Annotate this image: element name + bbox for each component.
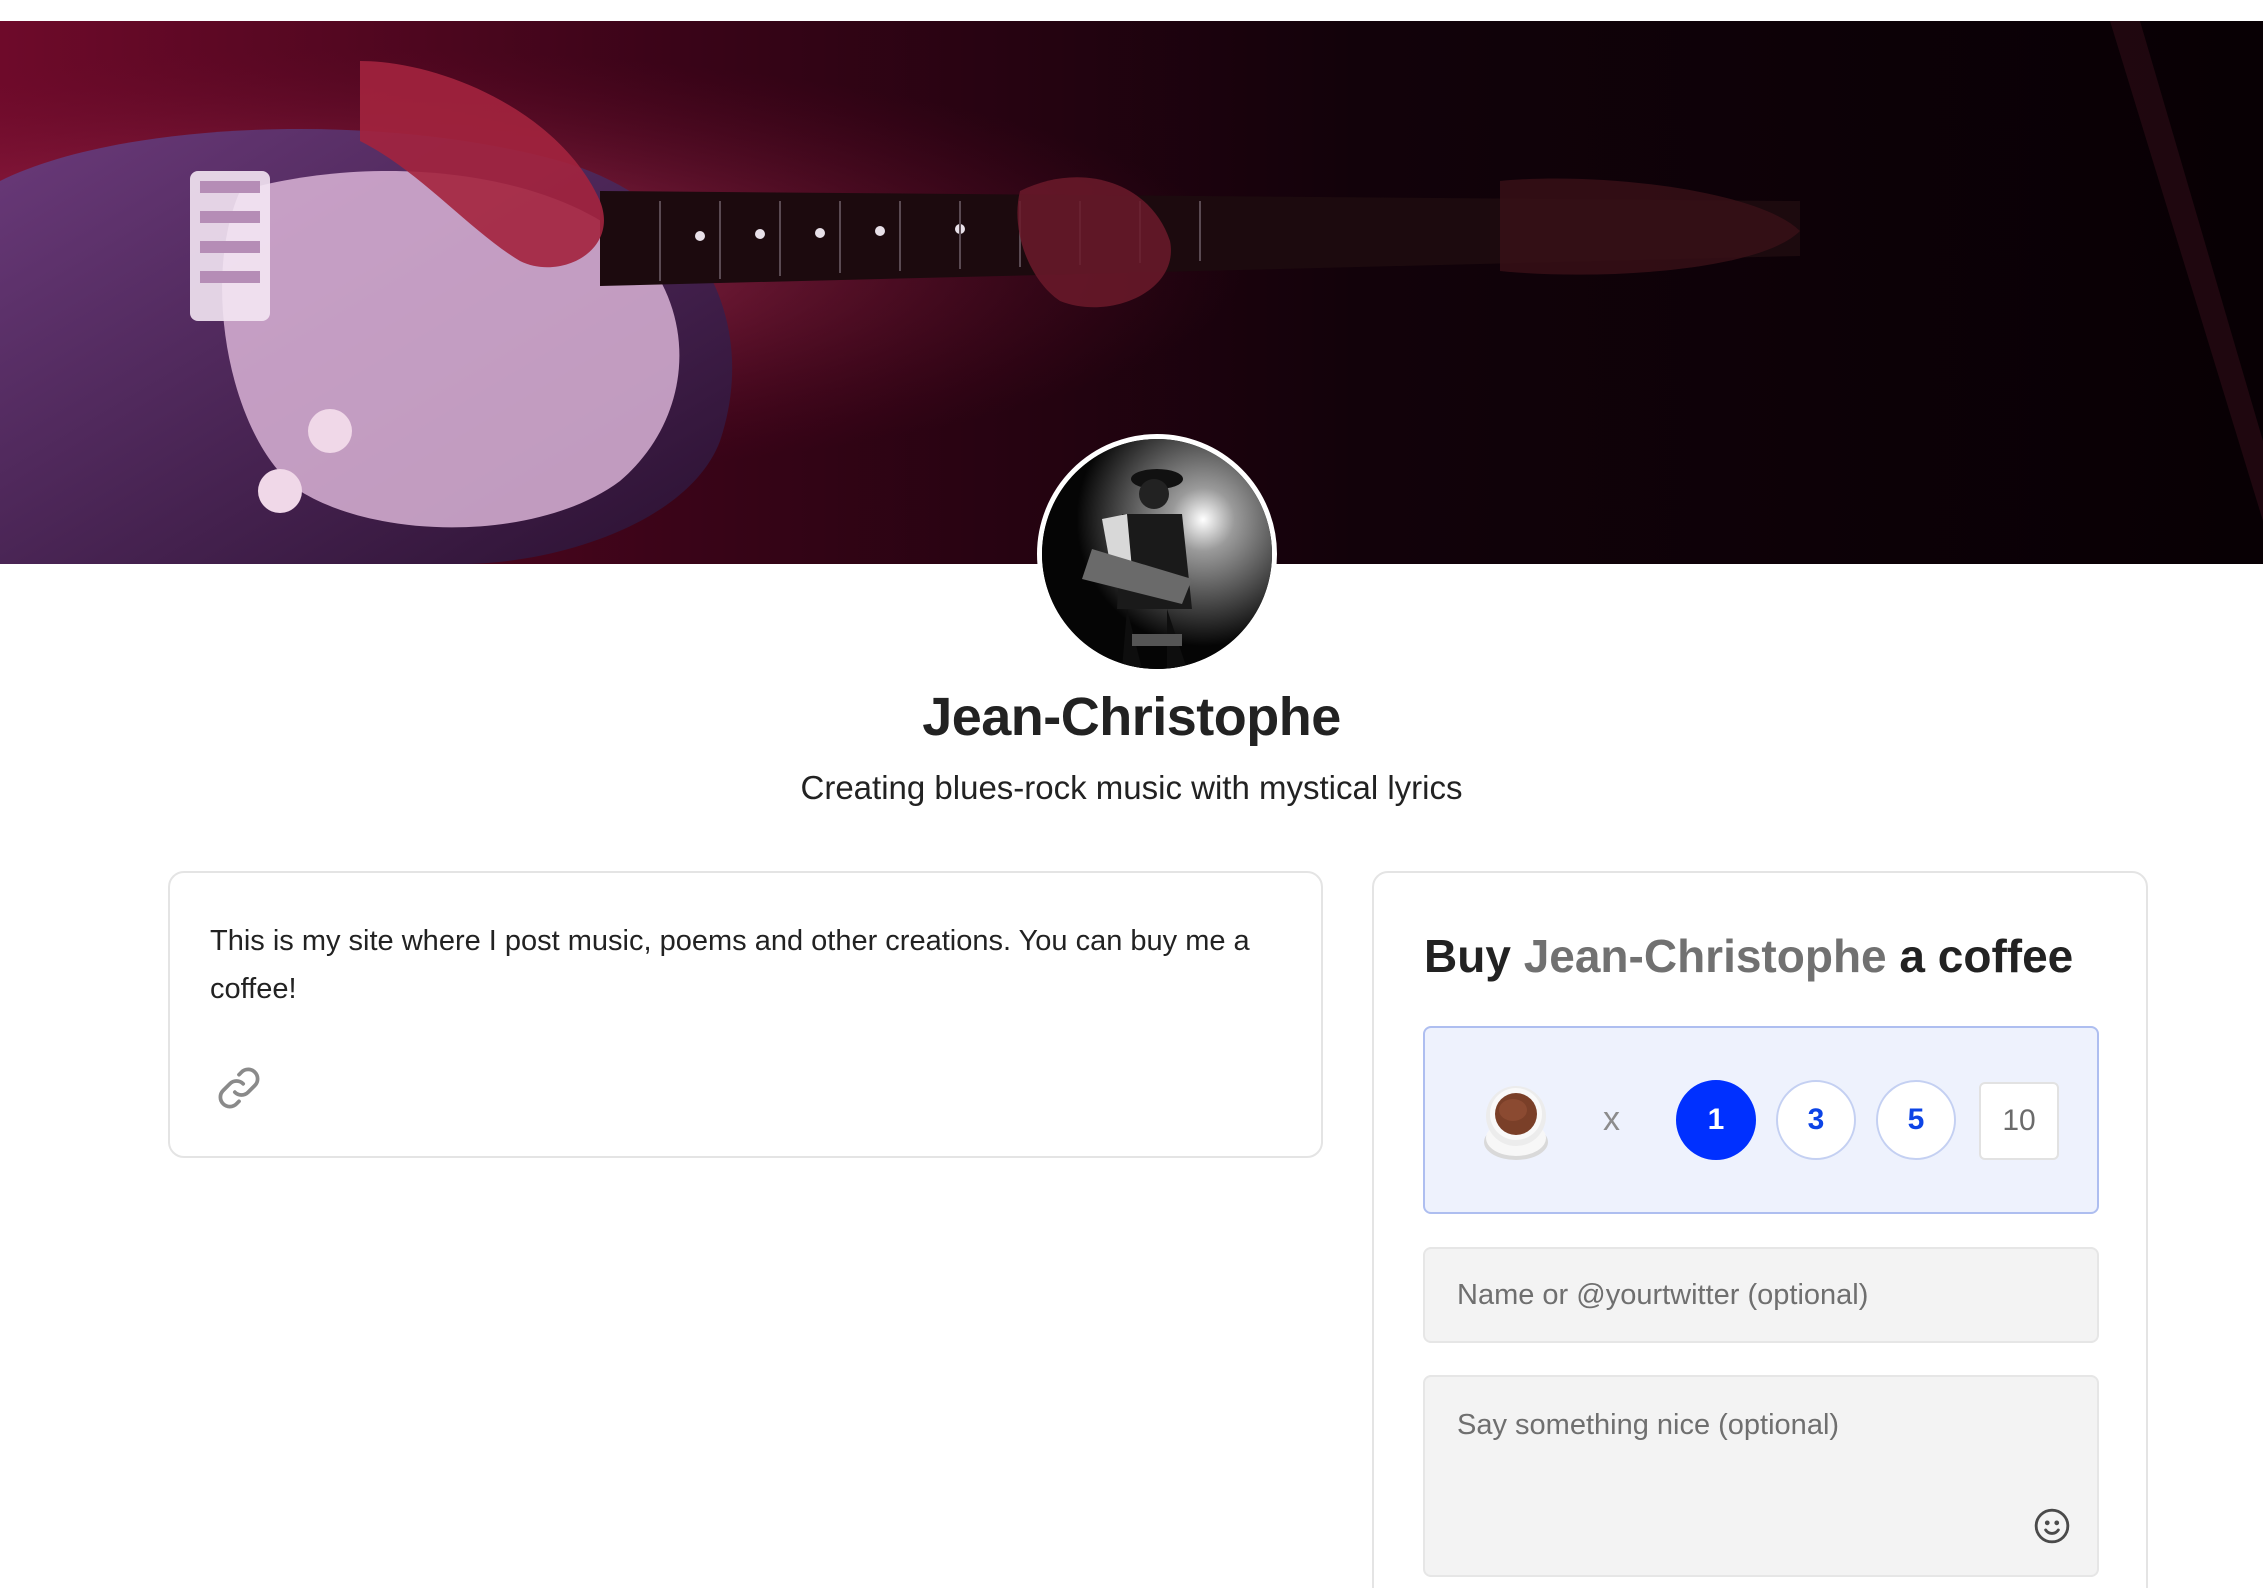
support-title: Buy Jean-Christophe a coffee bbox=[1424, 929, 2073, 983]
link-icon[interactable] bbox=[214, 1063, 264, 1113]
message-input[interactable] bbox=[1423, 1375, 2099, 1577]
quantity-option-5[interactable]: 5 bbox=[1876, 1080, 1956, 1160]
custom-quantity-input[interactable] bbox=[1979, 1082, 2059, 1160]
creator-name: Jean-Christophe bbox=[922, 687, 1341, 747]
support-title-suffix: a coffee bbox=[1886, 930, 2074, 982]
avatar bbox=[1037, 434, 1277, 674]
about-card: This is my site where I post music, poem… bbox=[168, 871, 1323, 1158]
quantity-option-1[interactable]: 1 bbox=[1676, 1080, 1756, 1160]
quantity-selector: x 1 3 5 bbox=[1423, 1026, 2099, 1214]
top-strip bbox=[0, 0, 2263, 21]
coffee-cup-icon bbox=[1484, 1086, 1548, 1160]
creator-tagline: Creating blues-rock music with mystical … bbox=[800, 769, 1463, 806]
about-text: This is my site where I post music, poem… bbox=[210, 925, 1250, 1005]
support-title-name: Jean-Christophe bbox=[1523, 930, 1887, 982]
name-input[interactable] bbox=[1423, 1247, 2099, 1343]
quantity-option-3[interactable]: 3 bbox=[1776, 1080, 1856, 1160]
creator-page: Jean-Christophe Creating blues-rock musi… bbox=[0, 0, 2263, 1588]
support-card: Buy Jean-Christophe a coffee x 1 3 5 bbox=[1372, 871, 2148, 1588]
multiplier-label: x bbox=[1603, 1100, 1620, 1138]
smiley-icon[interactable] bbox=[2033, 1507, 2071, 1545]
support-title-prefix: Buy bbox=[1424, 930, 1524, 982]
